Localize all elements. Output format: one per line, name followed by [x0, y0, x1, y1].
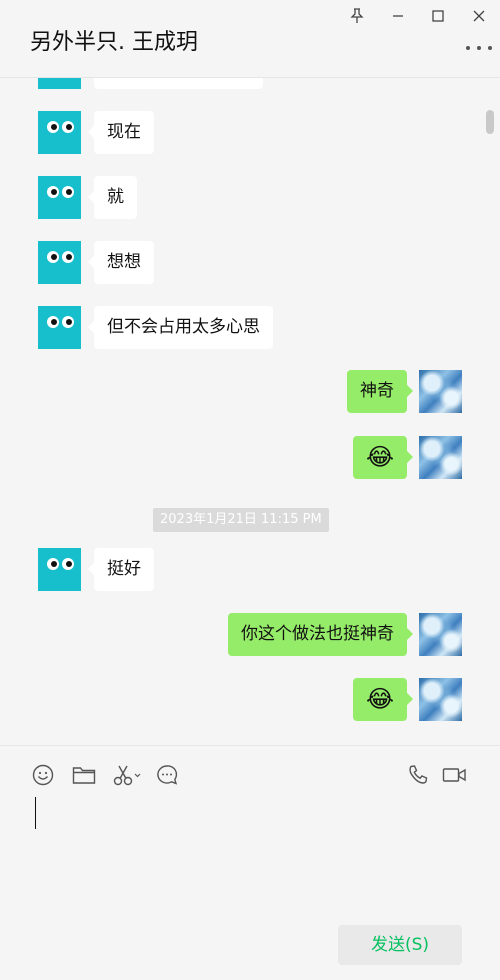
message-bubble: 但不会占用太多心思	[88, 306, 273, 349]
contact-avatar[interactable]	[38, 176, 81, 219]
chat-window: 另外半只. 王成玥 现在 就 想想 但不会占用太多心思 神奇 😂 2023年1月…	[0, 0, 500, 980]
message-bubble-self: 神奇	[347, 370, 413, 413]
message-bubble-self: 😂	[353, 436, 413, 479]
more-icon[interactable]	[466, 40, 492, 56]
message-bubble-partial	[94, 78, 263, 89]
phone-icon[interactable]	[405, 762, 431, 788]
text-caret	[35, 797, 36, 829]
minimize-icon[interactable]	[386, 4, 410, 28]
message-bubble-self: 你这个做法也挺神奇	[228, 613, 413, 656]
self-avatar[interactable]	[419, 370, 462, 413]
contact-avatar[interactable]	[38, 306, 81, 349]
contact-avatar[interactable]	[38, 111, 81, 154]
contact-avatar[interactable]	[38, 241, 81, 284]
emoji-icon[interactable]	[30, 762, 56, 788]
message-bubble: 现在	[88, 111, 154, 154]
maximize-icon[interactable]	[426, 4, 450, 28]
scissors-icon[interactable]	[112, 762, 142, 788]
folder-icon[interactable]	[71, 762, 97, 788]
title-bar: 另外半只. 王成玥	[0, 0, 500, 78]
chat-scrollbar[interactable]	[486, 110, 494, 134]
message-bubble: 想想	[88, 241, 154, 284]
message-input[interactable]	[30, 795, 470, 915]
contact-avatar[interactable]	[38, 548, 81, 591]
message-bubble: 就	[88, 176, 137, 219]
self-avatar[interactable]	[419, 613, 462, 656]
message-bubble: 挺好	[88, 548, 154, 591]
self-avatar[interactable]	[419, 436, 462, 479]
message-bubble-self: 😂	[353, 678, 413, 721]
message-list[interactable]: 现在 就 想想 但不会占用太多心思 神奇 😂 2023年1月21日 11:15 …	[0, 78, 500, 745]
chat-title: 另外半只. 王成玥	[30, 30, 198, 55]
self-avatar[interactable]	[419, 678, 462, 721]
chat-bubble-icon[interactable]	[154, 762, 180, 788]
contact-avatar[interactable]	[38, 78, 81, 89]
close-icon[interactable]	[467, 4, 491, 28]
message-timestamp: 2023年1月21日 11:15 PM	[153, 508, 329, 532]
video-camera-icon[interactable]	[441, 762, 469, 788]
pin-icon[interactable]	[345, 4, 369, 28]
send-button[interactable]: 发送(S)	[338, 925, 462, 965]
